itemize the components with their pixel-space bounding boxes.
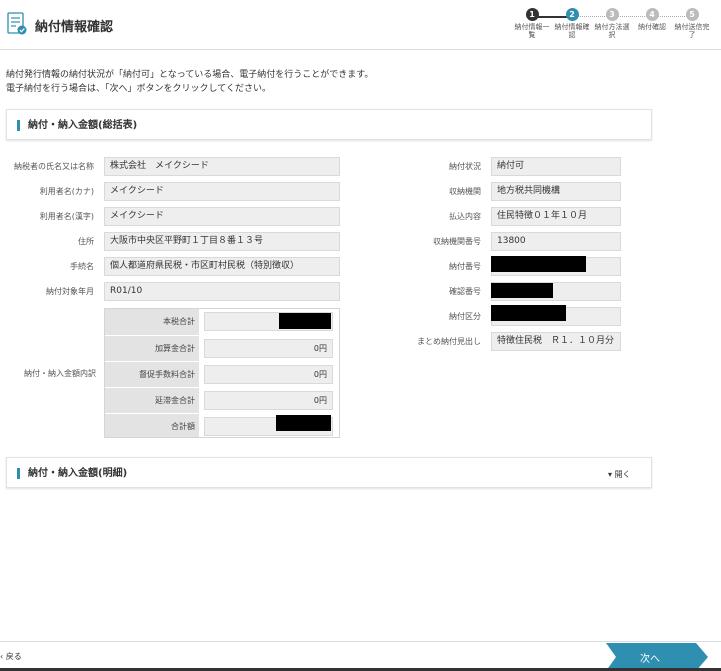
field-agency-number: 収納機関番号 13800 [433, 232, 621, 251]
chevron-left-icon: ‹ [0, 652, 4, 661]
summary-panel-title: 納付・納入金額(総括表) [17, 120, 137, 131]
field-label: 納付対象年月 [46, 287, 94, 296]
field-payment-content: 払込内容 住民特徴０１年１０月 [449, 207, 621, 226]
field-value: 住民特徴０１年１０月 [491, 207, 621, 226]
back-button[interactable]: ‹ 戻る [0, 651, 22, 662]
breakdown-row-label: 督促手数料合計 [139, 370, 195, 379]
breakdown-row: 加算金合計 0円 [105, 335, 339, 361]
caret-down-icon: ▾ [608, 470, 613, 479]
breakdown-row-value: 0円 [204, 365, 333, 384]
field-value: 納付可 [491, 157, 621, 176]
field-value: 地方税共同機構 [491, 182, 621, 201]
field-label: 確認番号 [449, 287, 481, 296]
field-value: メイクシード [104, 182, 340, 201]
field-label: 住所 [78, 237, 94, 246]
footer-bar: ‹ 戻る 次へ [0, 641, 721, 671]
intro-text: 納付発行情報の納付状況が「納付可」となっている場合、電子納付を行うことができます… [6, 68, 373, 96]
field-label: 手続名 [70, 262, 94, 271]
field-target-month: 納付対象年月 R01/10 [46, 282, 340, 301]
field-value: R01/10 [104, 282, 340, 301]
step-5: 5 納付送信完了 [672, 8, 712, 39]
breakdown-row-value: 0円 [204, 339, 333, 358]
field-label: 利用者名(カナ) [39, 187, 94, 196]
breakdown-row-label: 本税合計 [163, 317, 195, 326]
field-taxpayer-name: 納税者の氏名又は名称 株式会社 メイクシード [14, 157, 340, 176]
detail-toggle[interactable]: ▾ 開く [608, 469, 631, 480]
step-number: 1 [525, 8, 539, 21]
field-user-name-kanji: 利用者名(漢字) メイクシード [40, 207, 340, 226]
step-label: 納付確認 [638, 23, 666, 31]
breakdown-row: 督促手数料合計 0円 [105, 361, 339, 387]
progress-steps: 1 納付情報一覧 2 納付情報確認 3 納付方法選択 4 納付確認 5 納付送信… [510, 8, 718, 48]
back-button-label: 戻る [5, 652, 22, 661]
detail-panel-title: 納付・納入金額(明細) [17, 468, 127, 479]
detail-toggle-label: 開く [614, 470, 631, 479]
breakdown-row-label: 延滞金合計 [155, 396, 195, 405]
field-bulk-payment-heading: まとめ納付見出し 特徴住民税 Ｒ１．１０月分 [417, 332, 621, 351]
field-payment-status: 納付状況 納付可 [449, 157, 621, 176]
redaction-block [279, 313, 331, 329]
breakdown-label: 納付・納入金額内訳 [24, 369, 96, 378]
field-label: まとめ納付見出し [417, 337, 481, 346]
page-header: 納付情報確認 1 納付情報一覧 2 納付情報確認 3 納付方法選択 4 納付確認… [0, 0, 721, 50]
field-value: 特徴住民税 Ｒ１．１０月分 [491, 332, 621, 351]
field-value: 13800 [491, 232, 621, 251]
step-number: 2 [565, 8, 579, 21]
field-receiving-agency: 収納機関 地方税共同機構 [449, 182, 621, 201]
breakdown-row-label: 加算金合計 [155, 344, 195, 353]
field-value: 株式会社 メイクシード [104, 157, 340, 176]
field-user-name-kana: 利用者名(カナ) メイクシード [40, 182, 340, 201]
detail-panel-header[interactable]: 納付・納入金額(明細) [6, 457, 652, 488]
step-label: 納付情報一覧 [514, 23, 550, 39]
field-label: 納付番号 [449, 262, 481, 271]
step-number: 5 [685, 8, 699, 21]
step-3: 3 納付方法選択 [592, 8, 632, 39]
step-label: 納付情報確認 [554, 23, 590, 39]
field-address: 住所 大阪市中央区平野町１丁目８番１３号 [78, 232, 340, 251]
field-value: 大阪市中央区平野町１丁目８番１３号 [104, 232, 340, 251]
field-label: 利用者名(漢字) [39, 212, 94, 221]
step-number: 3 [605, 8, 619, 21]
redaction-block [491, 283, 553, 298]
step-2: 2 納付情報確認 [552, 8, 592, 39]
field-procedure-name: 手続名 個人都道府県民税・市区町村民税（特別徴収） [70, 257, 340, 276]
field-label: 納付区分 [449, 312, 481, 321]
step-1: 1 納付情報一覧 [512, 8, 552, 39]
redaction-block [276, 415, 331, 431]
field-label: 納付状況 [449, 162, 481, 171]
step-label: 納付方法選択 [594, 23, 630, 39]
step-number: 4 [645, 8, 659, 21]
intro-line: 電子納付を行う場合は、「次へ」ボタンをクリックしてください。 [6, 84, 271, 94]
field-label: 納税者の氏名又は名称 [14, 162, 94, 171]
field-value: 個人都道府県民税・市区町村民税（特別徴収） [104, 257, 340, 276]
field-label: 収納機関 [449, 187, 481, 196]
intro-line: 納付発行情報の納付状況が「納付可」となっている場合、電子納付を行うことができます… [6, 70, 374, 80]
field-value: メイクシード [104, 207, 340, 226]
step-4: 4 納付確認 [632, 8, 672, 31]
redaction-block [491, 305, 566, 321]
step-label: 納付送信完了 [674, 23, 710, 39]
page-title: 納付情報確認 [35, 20, 114, 35]
next-button-label[interactable]: 次へ [640, 650, 660, 665]
redaction-block [491, 256, 586, 272]
breakdown-row-label: 合計額 [171, 422, 195, 431]
field-label: 払込内容 [449, 212, 481, 221]
breakdown-row: 延滞金合計 0円 [105, 387, 339, 413]
field-label: 収納機関番号 [433, 237, 481, 246]
summary-panel-header: 納付・納入金額(総括表) [6, 109, 652, 140]
breakdown-row-value: 0円 [204, 391, 333, 410]
document-check-icon [7, 12, 27, 35]
